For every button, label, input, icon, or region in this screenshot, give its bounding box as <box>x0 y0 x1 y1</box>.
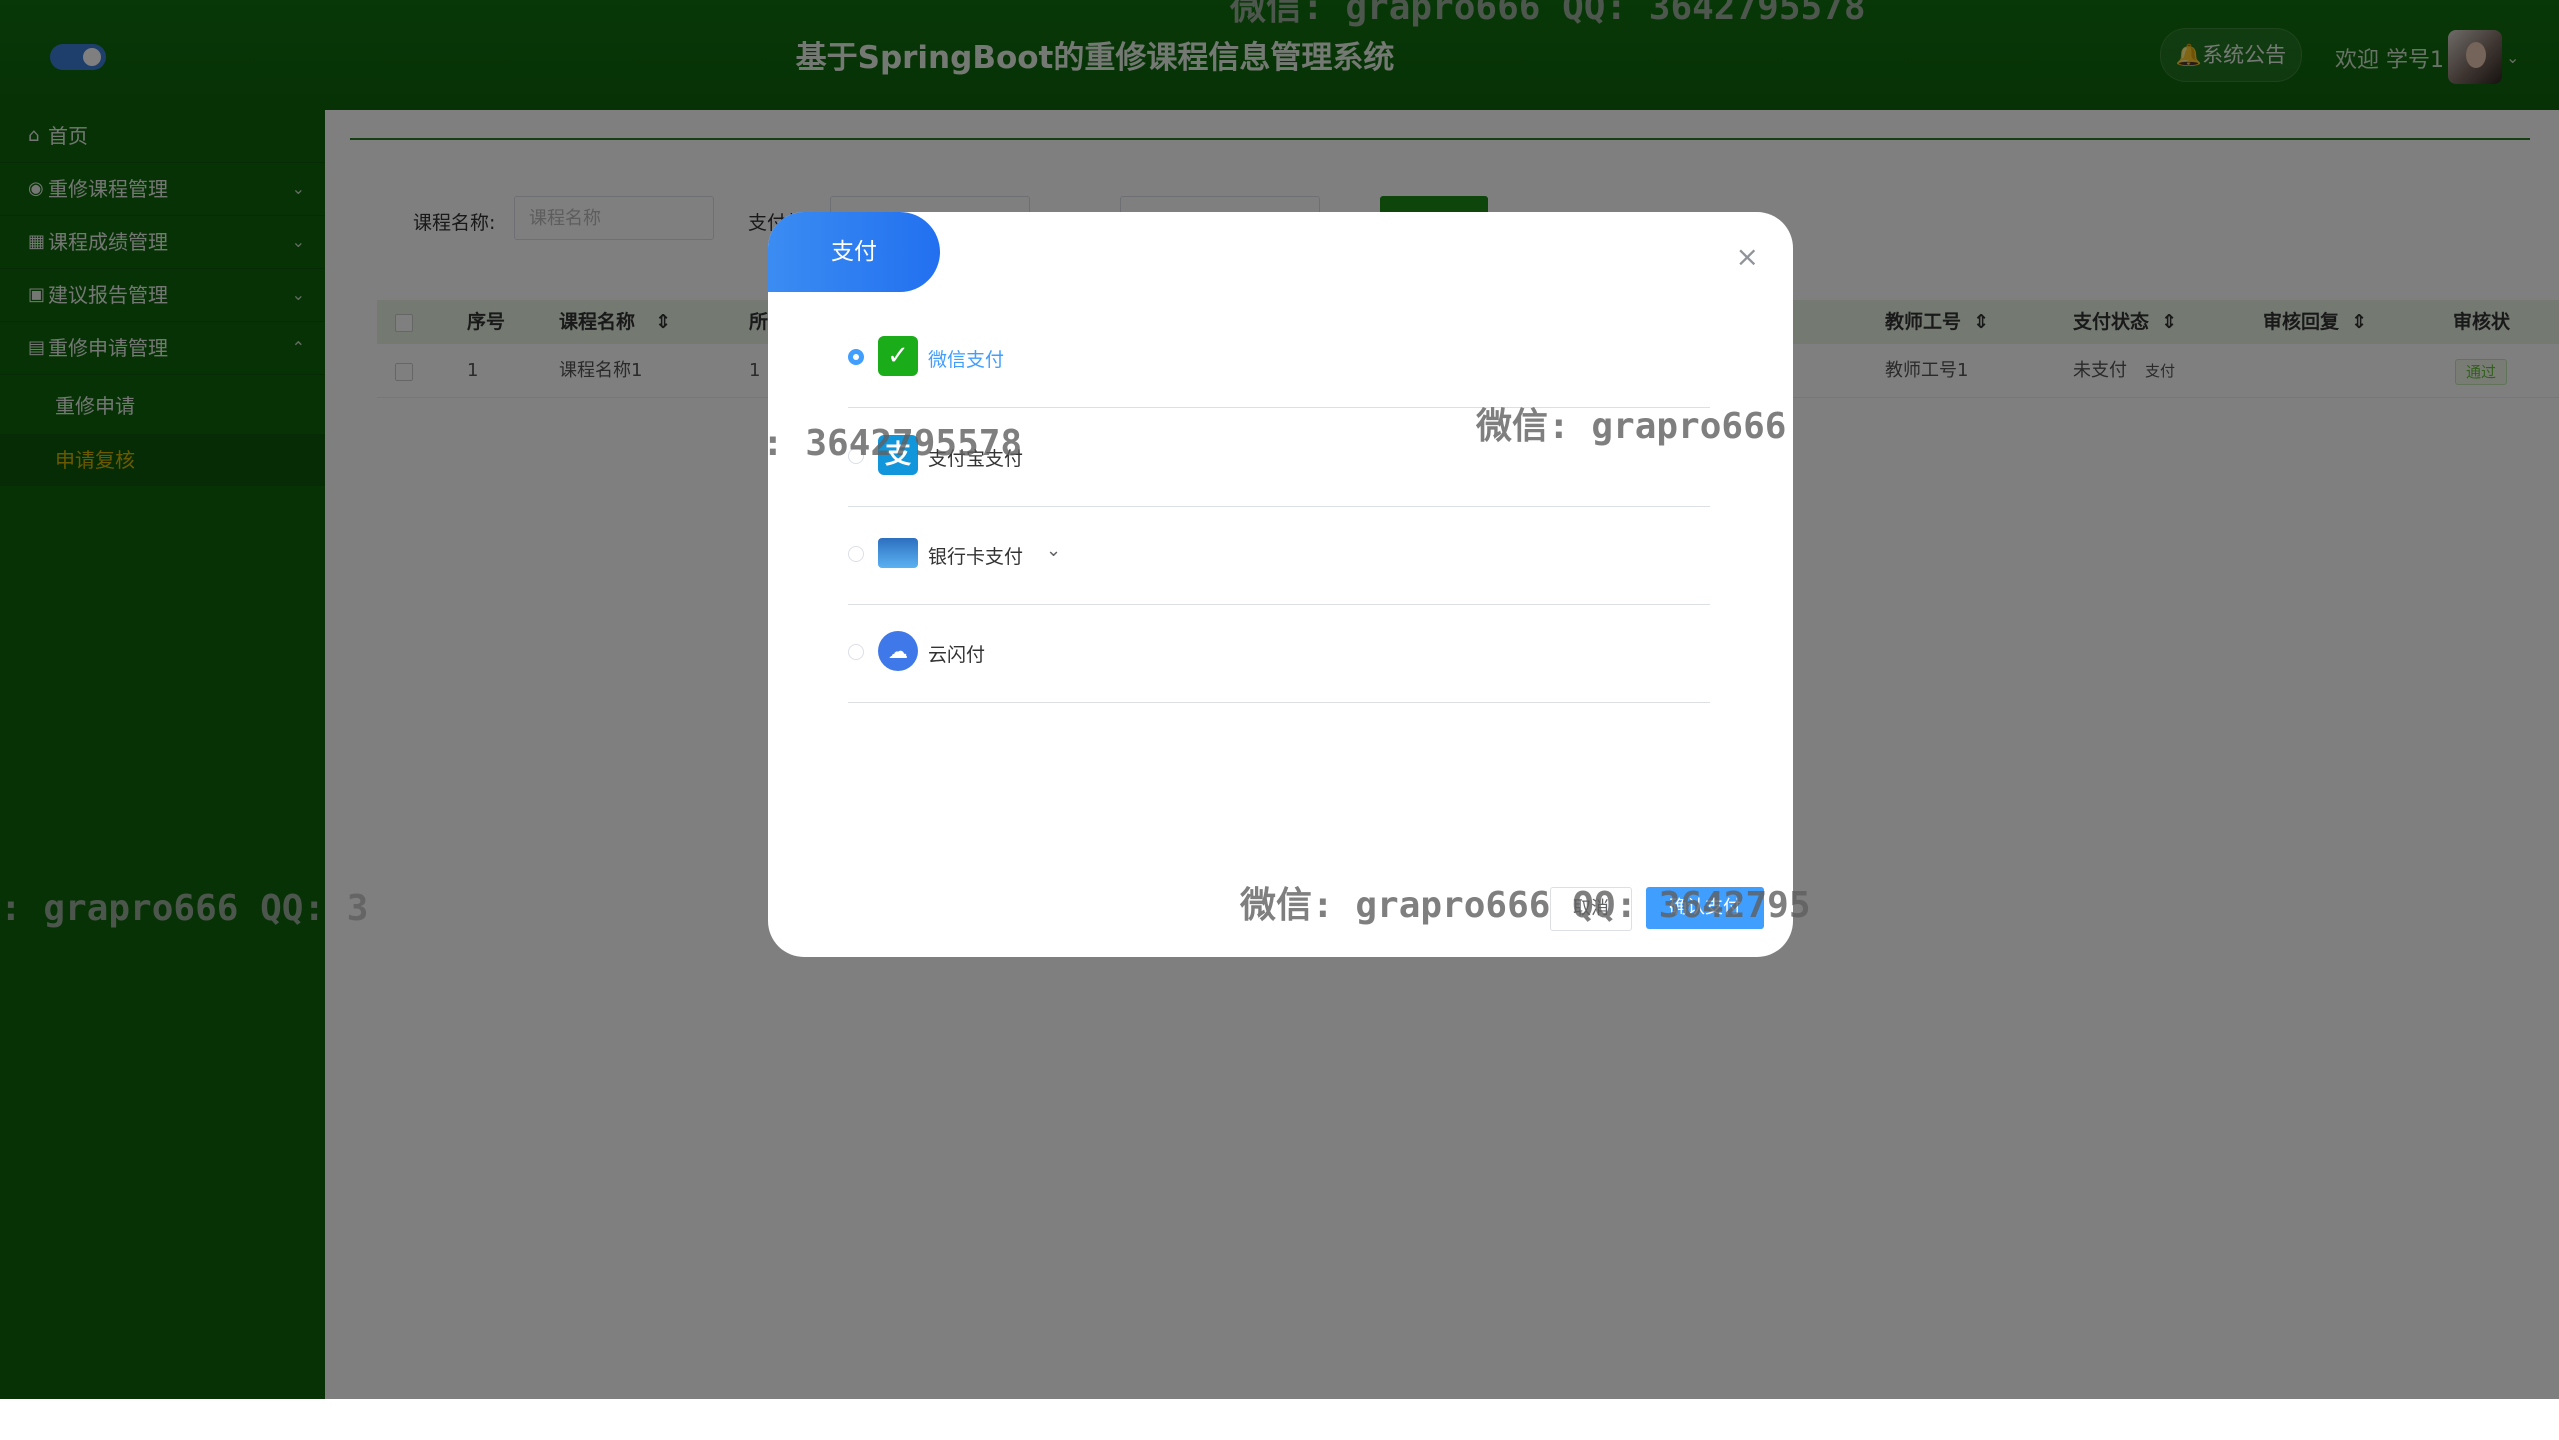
pay-option-unionpay-cloud[interactable]: ☁ 云闪付 <box>848 604 1710 703</box>
pay-option-label: 微信支付 <box>928 349 1005 371</box>
pay-option-label: 银行卡支付 <box>928 546 1024 568</box>
pay-option-bank-card[interactable]: 银行卡支付 ⌄ <box>848 506 1710 605</box>
pay-option-label: 云闪付 <box>928 644 986 666</box>
bank-card-icon <box>878 538 918 568</box>
close-icon[interactable]: × <box>1736 240 1759 273</box>
pay-option-wechat[interactable]: ✓ 微信支付 <box>848 309 1710 408</box>
watermark-mid-right: 微信: grapro666 <box>1476 406 1787 447</box>
unionpay-cloud-icon: ☁ <box>878 631 918 671</box>
dialog-title-tab: 支付 <box>768 212 940 292</box>
wechat-pay-icon: ✓ <box>878 336 918 376</box>
payment-dialog: 支付 × ✓ 微信支付 支 支付宝支付 银行卡支付 ⌄ ☁ 云闪付 取消 确认支… <box>768 212 1793 957</box>
watermark-mid-left: : 3642795578 <box>762 423 1023 464</box>
watermark-bottom: 微信: grapro666 QQ: 3642795 <box>1240 885 1811 926</box>
watermark-left: : grapro666 QQ: 3 <box>0 888 369 929</box>
radio-unionpay-cloud[interactable] <box>848 644 864 660</box>
radio-bank-card[interactable] <box>848 546 864 562</box>
chevron-down-icon[interactable]: ⌄ <box>1046 540 1061 561</box>
radio-wechat[interactable] <box>848 349 864 365</box>
watermark-top: 微信: grapro666 QQ: 3642795578 <box>1230 0 1866 28</box>
